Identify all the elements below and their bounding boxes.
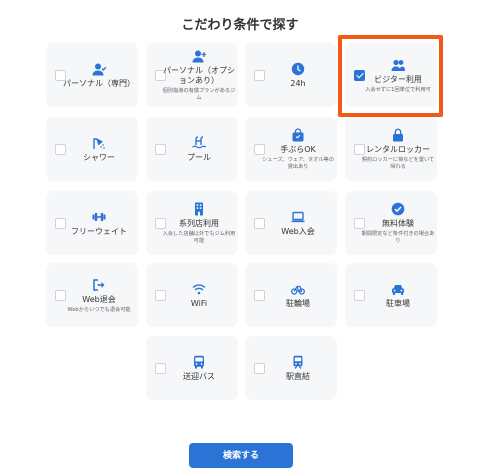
option-description: シューズ、ウェア、タオル等の貸出あり	[262, 157, 334, 170]
clock-icon	[291, 62, 305, 76]
option-card-personal-dedicated[interactable]: パーソナル（専門）	[46, 43, 138, 107]
page-title: こだわり条件で探す	[181, 18, 299, 33]
option-label: Web入会	[281, 227, 315, 236]
option-card-free-weight[interactable]: フリーウェイト	[46, 191, 138, 255]
option-label: 手ぶらOK	[280, 145, 316, 155]
option-label: 駐輪場	[286, 299, 310, 308]
option-description: 個別指導の有償プランがあるジム	[162, 88, 236, 101]
shower-icon	[93, 138, 105, 149]
train-icon	[293, 355, 303, 369]
option-label: シャワー	[83, 153, 115, 162]
laptop-icon	[291, 211, 305, 223]
option-label: 駅直結	[286, 372, 310, 381]
option-label: 24h	[290, 79, 306, 88]
people-icon	[391, 59, 405, 71]
option-card-personal-optional[interactable]: パーソナル（オプションあり） 個別指導の有償プランがあるジム	[146, 43, 238, 107]
search-button[interactable]: 検索する	[189, 443, 293, 468]
option-card-shuttle-bus[interactable]: 送迎バス	[146, 336, 238, 400]
option-description: 入会した店舗以外でもジム利用可能	[162, 231, 236, 244]
option-card-affiliate-store[interactable]: 系列店利用入会した店舗以外でもジム利用可能	[146, 191, 238, 255]
option-label: レンタルロッカー	[366, 145, 430, 155]
option-label: プール	[187, 153, 211, 162]
option-card-pool[interactable]: プール	[146, 117, 238, 181]
building-icon	[195, 202, 203, 216]
option-card-station-direct[interactable]: 駅直結	[245, 336, 337, 400]
option-label: フリーウェイト	[71, 227, 127, 236]
check-badge-icon	[391, 202, 405, 216]
option-card-rental-locker[interactable]: レンタルロッカー 契約ロッカーに荷などを置いて帰れる	[345, 117, 437, 181]
option-card-bicycle-parking[interactable]: 駐輪場	[245, 263, 337, 327]
bag-icon	[292, 128, 304, 142]
option-label: Web退会	[82, 294, 116, 304]
option-description: 期間限定など条件付きの場合あり	[361, 231, 435, 244]
option-label: 系列店利用	[179, 219, 219, 229]
dumbbell-icon	[92, 213, 106, 221]
option-card-24h[interactable]: 24h	[245, 43, 337, 107]
option-label: 駐車場	[386, 299, 410, 308]
pool-icon	[192, 136, 206, 149]
person-plus-icon	[192, 50, 206, 63]
car-icon	[392, 285, 404, 295]
option-card-visitor[interactable]: ビジター利用入会せずに1回単位で利用可	[345, 43, 437, 107]
option-card-shower[interactable]: シャワー	[46, 117, 138, 181]
option-card-empty-handed[interactable]: 手ぶらOK シューズ、ウェア、タオル等の貸出あり	[245, 117, 337, 181]
option-description: 契約ロッカーに荷などを置いて帰れる	[361, 157, 435, 170]
option-description: 入会せずに1回単位で利用可	[365, 86, 431, 93]
option-card-parking[interactable]: 駐車場	[345, 263, 437, 327]
option-description: Webからいつでも退会可能	[67, 306, 131, 313]
option-card-web-cancel[interactable]: Web退会 Webからいつでも退会可能	[46, 263, 138, 327]
option-label: パーソナル（専門）	[63, 79, 135, 88]
option-label: WiFi	[190, 299, 208, 308]
wifi-icon	[192, 284, 206, 295]
option-card-web-join[interactable]: Web入会	[245, 191, 337, 255]
person-check-icon	[92, 63, 106, 76]
option-label: パーソナル（オプションあり）	[163, 66, 235, 86]
option-label: 無料体験	[382, 219, 414, 229]
option-card-free-trial[interactable]: 無料体験期間限定など条件付きの場合あり	[345, 191, 437, 255]
lock-icon	[393, 128, 403, 142]
bicycle-icon	[291, 285, 305, 295]
exit-icon	[93, 278, 105, 291]
option-label: 送迎バス	[183, 372, 215, 381]
bus-icon	[194, 355, 204, 369]
option-label: ビジター利用	[374, 74, 422, 84]
option-card-wifi[interactable]: WiFi	[146, 263, 238, 327]
